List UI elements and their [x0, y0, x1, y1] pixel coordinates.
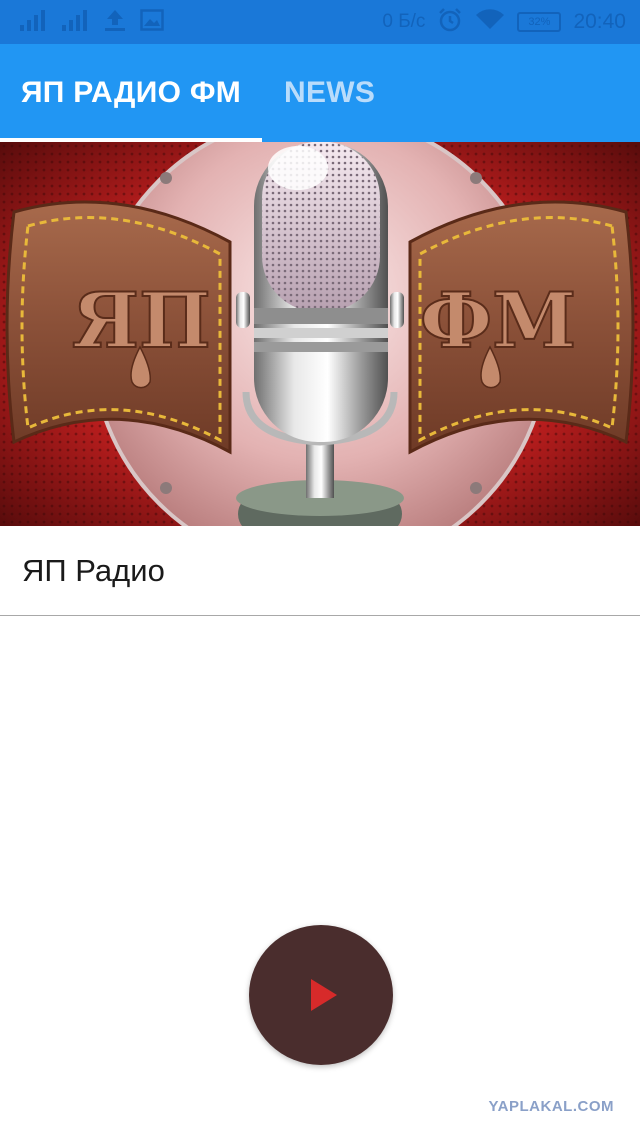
station-list-item[interactable]: ЯП Радио	[0, 526, 640, 616]
tab-radio-label: ЯП РАДИО ФМ	[20, 76, 242, 109]
tab-news[interactable]: NEWS	[262, 44, 397, 142]
status-left-icons	[18, 8, 164, 37]
play-icon	[311, 979, 337, 1011]
upload-icon	[102, 8, 128, 37]
status-right-icons: 0 Б/с 32% 20:40	[382, 7, 626, 38]
station-banner: ЯП ФМ	[0, 142, 640, 526]
banner-logo-right: ФМ	[420, 276, 576, 365]
station-name: ЯП Радио	[22, 552, 165, 588]
signal-icon	[60, 9, 90, 36]
clock: 20:40	[573, 10, 626, 33]
banner-artwork: ЯП ФМ	[0, 142, 640, 526]
image-icon	[140, 8, 164, 36]
signal-icon	[18, 9, 48, 36]
alarm-icon	[437, 7, 463, 38]
tab-bar: ЯП РАДИО ФМ NEWS	[0, 44, 640, 142]
battery-icon: 32%	[517, 12, 562, 32]
tab-radio[interactable]: ЯП РАДИО ФМ	[0, 44, 262, 142]
wifi-icon	[475, 8, 505, 36]
tab-news-label: NEWS	[284, 76, 376, 109]
network-speed: 0 Б/с	[382, 11, 426, 32]
play-button[interactable]	[249, 925, 393, 1065]
status-bar: 0 Б/с 32% 20:40	[0, 0, 640, 44]
watermark: YAPLAKAL.COM	[488, 1098, 614, 1115]
